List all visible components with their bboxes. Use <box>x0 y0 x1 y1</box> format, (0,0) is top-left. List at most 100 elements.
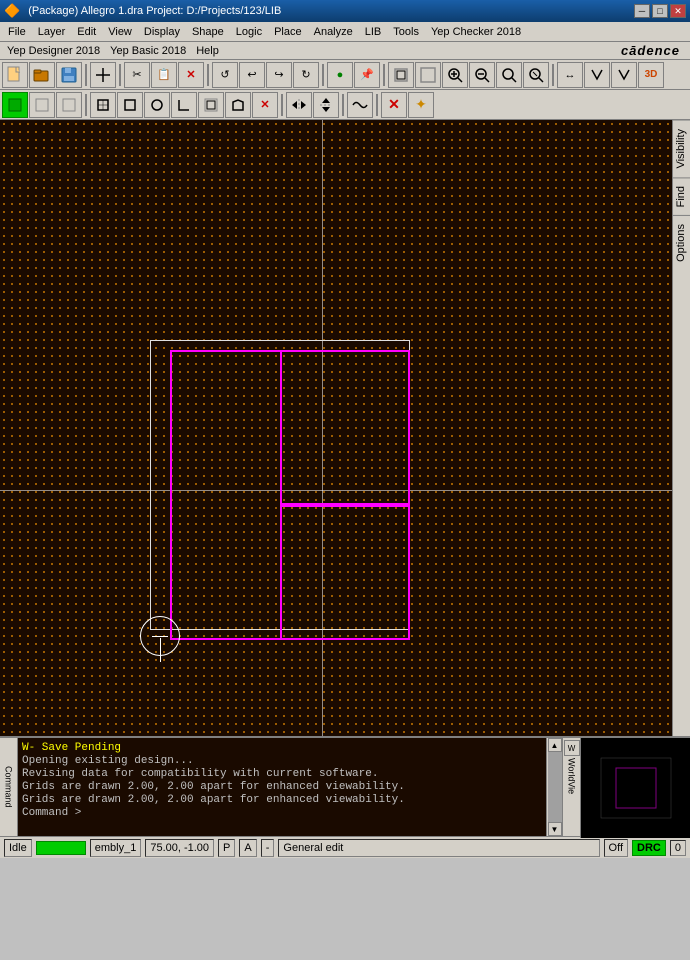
cut-button[interactable]: ✂ <box>124 62 150 88</box>
console-line-4: Grids are drawn 2.00, 2.00 apart for enh… <box>22 781 542 793</box>
t2-star[interactable]: ✦ <box>408 92 434 118</box>
open-button[interactable] <box>29 62 55 88</box>
t2-mirror-h[interactable] <box>286 92 312 118</box>
menu-tools[interactable]: Tools <box>387 22 425 42</box>
restore-button[interactable]: □ <box>652 4 668 18</box>
t2-corner[interactable] <box>171 92 197 118</box>
t2-shape-4[interactable] <box>198 92 224 118</box>
off-text: Off <box>609 842 623 854</box>
options-tab[interactable]: Options <box>673 215 690 270</box>
menu-yep-checker[interactable]: Yep Checker 2018 <box>425 22 527 42</box>
t2-close[interactable]: ✕ <box>381 92 407 118</box>
mode-p: P <box>223 842 230 854</box>
flip-v[interactable] <box>611 62 637 88</box>
zoom-prev[interactable] <box>496 62 522 88</box>
status-idle: Idle <box>4 839 32 857</box>
cursor-cross-v <box>160 638 161 662</box>
title-text: (Package) Allegro 1.dra Project: D:/Proj… <box>24 5 634 17</box>
worldview-button[interactable]: W <box>564 740 580 756</box>
redo-button[interactable]: ↪ <box>266 62 292 88</box>
run-button[interactable]: ● <box>327 62 353 88</box>
status-coords: 75.00, -1.00 <box>145 839 214 857</box>
console-line-3: Revising data for compatibility with cur… <box>22 768 542 780</box>
zoom-fit[interactable] <box>415 62 441 88</box>
console-line-1: W- Save Pending <box>22 742 542 754</box>
console-scrollbar[interactable]: ▲ ▼ <box>546 738 562 836</box>
find-tab[interactable]: Find <box>673 177 690 215</box>
right-panel: Visibility Find Options <box>672 120 690 736</box>
cursor-circle <box>140 616 180 656</box>
flip-h[interactable] <box>584 62 610 88</box>
visibility-tab[interactable]: Visibility <box>673 120 690 177</box>
save-button[interactable] <box>56 62 82 88</box>
t2-mirror-v[interactable] <box>313 92 339 118</box>
console-prompt: Command > <box>22 807 542 819</box>
menu-shape[interactable]: Shape <box>186 22 230 42</box>
sep-text: - <box>266 842 270 854</box>
t2-delete[interactable]: ✕ <box>252 92 278 118</box>
zoom-in[interactable] <box>442 62 468 88</box>
toolbar-separator-5 <box>383 64 385 86</box>
undo2-button[interactable]: ↩ <box>239 62 265 88</box>
t2-wave[interactable] <box>347 92 373 118</box>
menu-analyze[interactable]: Analyze <box>308 22 359 42</box>
t2-b3[interactable] <box>56 92 82 118</box>
zoom-next[interactable] <box>523 62 549 88</box>
paste-button[interactable]: 📋 <box>151 62 177 88</box>
menu-view[interactable]: View <box>102 22 138 42</box>
pin-button[interactable]: 📌 <box>354 62 380 88</box>
coord-text: 75.00, -1.00 <box>150 842 209 854</box>
status-off: Off <box>604 839 628 857</box>
drc-button[interactable]: DRC <box>632 840 666 856</box>
console-right-panel: W WorldVie <box>562 738 580 836</box>
t2-shape-rect2[interactable] <box>117 92 143 118</box>
close-button[interactable]: ✕ <box>670 4 686 18</box>
new-button[interactable] <box>2 62 28 88</box>
mode-a: A <box>244 842 251 854</box>
t2-shape-rect[interactable] <box>90 92 116 118</box>
main-area: Visibility Find Options <box>0 120 690 736</box>
menu-display[interactable]: Display <box>138 22 186 42</box>
scroll-down-button[interactable]: ▼ <box>548 822 562 836</box>
menu-help[interactable]: Help <box>191 44 224 58</box>
delete-button[interactable]: ✕ <box>178 62 204 88</box>
scroll-track[interactable] <box>548 752 562 822</box>
design-name: embly_1 <box>95 842 137 854</box>
status-design: embly_1 <box>90 839 142 857</box>
toolbar-separator-2 <box>119 64 121 86</box>
active-tool-button[interactable] <box>2 92 28 118</box>
crosshair-button[interactable] <box>90 62 116 88</box>
redo2-button[interactable]: ↻ <box>293 62 319 88</box>
pan-button[interactable]: ↔ <box>557 62 583 88</box>
minimize-button[interactable]: ─ <box>634 4 650 18</box>
3d-button[interactable]: 3D <box>638 62 664 88</box>
status-mode-p: P <box>218 839 235 857</box>
menu-file[interactable]: File <box>2 22 32 42</box>
status-sep: - <box>261 839 275 857</box>
t2-shape-circle[interactable] <box>144 92 170 118</box>
scroll-up-button[interactable]: ▲ <box>548 738 562 752</box>
title-bar: 🔶 (Package) Allegro 1.dra Project: D:/Pr… <box>0 0 690 22</box>
menu-layer[interactable]: Layer <box>32 22 72 42</box>
toolbar-separator-1 <box>85 64 87 86</box>
console-output: W- Save Pending Opening existing design.… <box>18 738 546 836</box>
status-mode-a: A <box>239 839 256 857</box>
menu-edit[interactable]: Edit <box>71 22 102 42</box>
menu-yep-designer[interactable]: Yep Designer 2018 <box>2 44 105 58</box>
cursor-cross-h <box>152 636 168 637</box>
crosshair-horizontal <box>0 490 672 491</box>
zoom-out[interactable] <box>469 62 495 88</box>
t2-b2[interactable] <box>29 92 55 118</box>
menu-place[interactable]: Place <box>268 22 308 42</box>
canvas-area[interactable] <box>0 120 672 736</box>
menu-logic[interactable]: Logic <box>230 22 268 42</box>
menu-lib[interactable]: LIB <box>359 22 388 42</box>
status-bar: Idle embly_1 75.00, -1.00 P A - General … <box>0 836 690 858</box>
menu-yep-basic[interactable]: Yep Basic 2018 <box>105 44 191 58</box>
t2-shape-5[interactable] <box>225 92 251 118</box>
zoom-extents[interactable] <box>388 62 414 88</box>
minimap <box>580 738 690 838</box>
pcb-magenta-inner-tr <box>280 350 410 505</box>
undo-button[interactable]: ↺ <box>212 62 238 88</box>
status-edit-mode: General edit <box>278 839 599 857</box>
